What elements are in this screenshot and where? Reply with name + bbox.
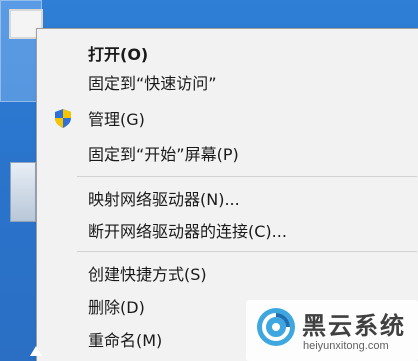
menu-item-label: 固定到“快速访问” <box>88 73 217 93</box>
menu-item-label: 重命名(M) <box>88 330 163 350</box>
cursor-arrow-icon <box>30 346 42 356</box>
menu-item-disconnect-network-drive[interactable]: 断开网络驱动器的连接(C)... <box>37 215 418 244</box>
desktop-icon-recycle-bin[interactable] <box>0 150 40 245</box>
menu-separator <box>77 251 417 252</box>
menu-separator <box>77 176 417 177</box>
menu-item-open[interactable]: 打开(O) <box>37 38 418 67</box>
menu-item-pin-quick-access[interactable]: 固定到“快速访问” <box>37 67 418 96</box>
cloud-logo-icon <box>257 308 295 346</box>
watermark-subtitle: heiyunxitong.com <box>303 340 389 352</box>
menu-item-manage[interactable]: 管理(G) <box>37 103 418 132</box>
menu-item-label: 打开(O) <box>88 44 149 64</box>
recycle-bin-icon <box>10 162 36 222</box>
watermark: 黑云系统 heiyunxitong.com <box>246 300 418 361</box>
uac-shield-icon <box>55 109 71 128</box>
menu-item-label: 删除(D) <box>88 297 145 317</box>
menu-item-label: 断开网络驱动器的连接(C)... <box>88 221 287 241</box>
menu-item-map-network-drive[interactable]: 映射网络驱动器(N)... <box>37 183 418 212</box>
menu-item-pin-start[interactable]: 固定到“开始”屏幕(P) <box>37 138 418 167</box>
menu-item-create-shortcut[interactable]: 创建快捷方式(S) <box>37 258 418 287</box>
desktop-background: 打开(O) 固定到“快速访问” 管理(G) 固定到“开始”屏幕(P) 映射网络驱… <box>0 0 418 361</box>
menu-item-label: 管理(G) <box>88 109 145 129</box>
menu-item-label: 创建快捷方式(S) <box>88 264 207 284</box>
watermark-title: 黑云系统 <box>302 312 406 340</box>
menu-item-label: 固定到“开始”屏幕(P) <box>88 144 239 164</box>
menu-item-label: 映射网络驱动器(N)... <box>88 189 240 209</box>
